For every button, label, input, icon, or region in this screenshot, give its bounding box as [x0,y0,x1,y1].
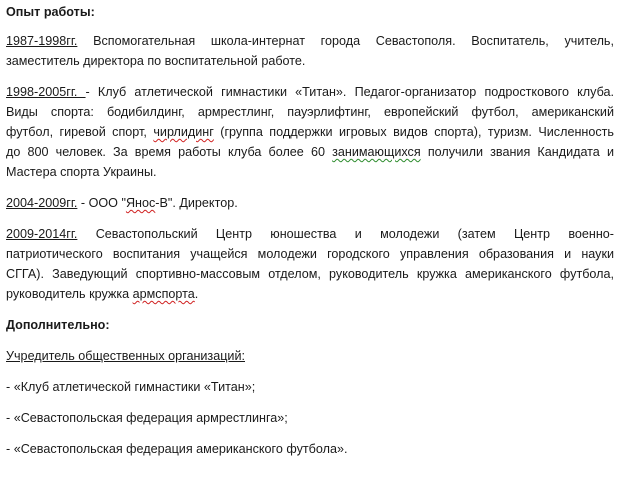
founder-label: Учредитель общественных организаций: [6,349,245,363]
entry-text-segment: . [194,287,199,301]
entry-dates: 2004-2009гг. [6,196,78,210]
entry-text-line: Виды спорта: бодибилдинг, армрестлинг, п… [6,105,614,119]
entry-dates: 1998-2005гг. [6,85,86,99]
entry-text-line: Вспомогательная школа-интернат города Се… [77,34,614,48]
entry-text-segment: -В". Директор. [155,196,238,210]
entry-text-line: Севастопольский Центр юношества и молоде… [77,227,614,241]
entry-text-line: - Клуб атлетической гимнастики «Титан». … [85,85,614,99]
entry-dates: 2009-2014гг. [6,227,78,241]
entry-text-segment: (группа поддержки игровых видов спорта),… [213,125,614,139]
entry-dates: 1987-1998гг. [6,34,78,48]
heading-experience: Опыт работы: [6,5,95,19]
entry-text-line: патриотического воспитания учащейся моло… [6,247,614,261]
experience-entry-1: 1987-1998гг. Вспомогательная школа-интер… [6,31,614,71]
spellcheck-word: чирлидинг [153,125,214,139]
experience-entry-2: 1998-2005гг. - Клуб атлетической гимнаст… [6,82,614,182]
spellcheck-word: Янос [125,196,156,210]
entry-text-segment: - ООО " [77,196,126,210]
founder-item: - «Севастопольская федерация американско… [6,442,348,456]
spellcheck-word: армспорта [132,287,195,301]
entry-text-segment: до 800 человек. За время работы клуба бо… [6,145,333,159]
founder-item: - «Клуб атлетической гимнастики «Титан»; [6,380,256,394]
entry-text-line: СГГА). Заведующий спортивно-массовым отд… [6,267,614,281]
entry-text-line: Мастера спорта Украины. [6,165,157,179]
entry-text-line: заместитель директора по воспитательной … [6,54,306,68]
experience-entry-4: 2009-2014гг. Севастопольский Центр юноше… [6,224,614,304]
founder-item: - «Севастопольская федерация армрестлинг… [6,411,288,425]
grammar-word: занимающихся [332,145,421,159]
entry-text-segment: футбол, гиревой спорт, [6,125,154,139]
heading-additional: Дополнительно: [6,318,110,332]
document-page: Опыт работы: 1987-1998гг. Вспомогательна… [0,0,620,481]
experience-entry-3: 2004-2009гг. - ООО "Янос-В". Директор. [6,193,614,213]
entry-text-segment: получили звания Кандидата и [420,145,614,159]
entry-text-segment: руководитель кружка [6,287,133,301]
